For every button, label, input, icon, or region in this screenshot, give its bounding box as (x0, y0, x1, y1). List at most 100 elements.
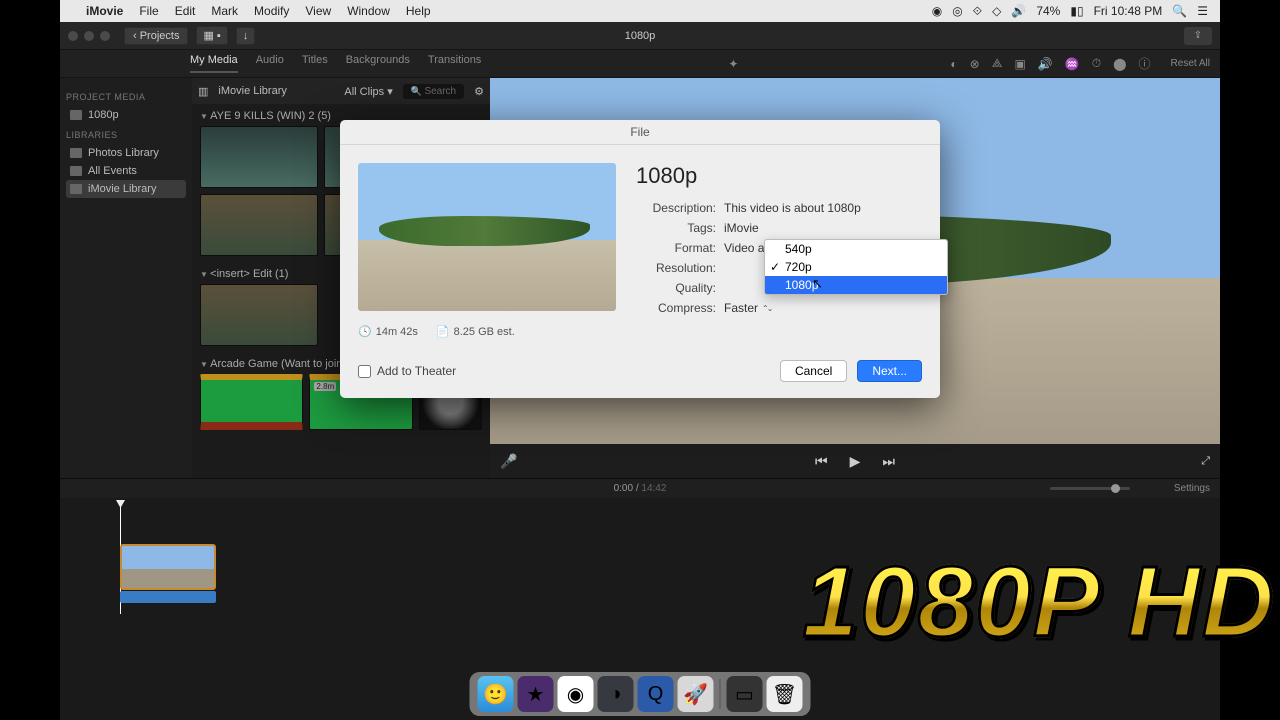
sidebar-label: Photos Library (88, 147, 159, 159)
dock-discord[interactable]: ◑ (598, 676, 634, 712)
reset-all-button[interactable]: Reset All (1171, 58, 1210, 69)
color-balance-icon[interactable]: ◐ (950, 57, 957, 71)
next-button[interactable]: ⏭ (882, 453, 895, 470)
filter-icon[interactable]: ⬤ (1113, 57, 1126, 71)
menu-window[interactable]: Window (347, 4, 390, 18)
all-clips-dropdown[interactable]: All Clips ▾ (344, 85, 392, 98)
playback-controls: 🎤 ⏮ ▶ ⏭ ⤢ (490, 444, 1220, 478)
format-label: Format: (636, 241, 716, 255)
menu-modify[interactable]: Modify (254, 4, 289, 18)
zoom-slider[interactable] (1050, 487, 1130, 490)
clapper-icon (70, 110, 82, 120)
dock-imovie[interactable]: ★ (518, 676, 554, 712)
clip-video[interactable] (120, 544, 216, 590)
dock-chrome[interactable]: ◉ (558, 676, 594, 712)
dock-launchpad[interactable]: 🚀 (678, 676, 714, 712)
wifi-icon[interactable]: ◇ (992, 4, 1001, 18)
dock-quicktime[interactable]: Q (638, 676, 674, 712)
tab-backgrounds[interactable]: Backgrounds (346, 54, 410, 73)
menu-icon[interactable]: ☰ (1197, 4, 1208, 18)
color-correct-icon[interactable]: ⊗ (970, 57, 980, 71)
sidebar-photos[interactable]: Photos Library (66, 144, 186, 162)
cancel-button[interactable]: Cancel (780, 360, 847, 382)
overlay-watermark: 1080P HD (802, 545, 1276, 660)
dropbox-icon[interactable]: ⟐ (973, 4, 982, 19)
fullscreen-icon[interactable]: ⤢ (1201, 455, 1210, 468)
voiceover-icon[interactable]: 🎤 (500, 453, 517, 470)
sidebar-all-events[interactable]: All Events (66, 162, 186, 180)
sidebar-header-project: PROJECT MEDIA (66, 92, 186, 102)
sidebar-imovie-library[interactable]: iMovie Library (66, 180, 186, 198)
sidebar-label: All Events (88, 165, 137, 177)
clip-thumb[interactable] (200, 126, 318, 188)
menu-file[interactable]: File (139, 4, 158, 18)
dock-finder[interactable]: 🙂 (478, 676, 514, 712)
battery-text: 74% (1036, 4, 1060, 18)
toolbar: ‹ Projects ▦ ▪ ↓ 1080p ⇪ (60, 22, 1220, 50)
dropdown-option-1080p[interactable]: 1080p (765, 276, 947, 294)
filmstrip-icon[interactable]: ▥ (198, 85, 208, 98)
menu-edit[interactable]: Edit (175, 4, 196, 18)
dropdown-option-540p[interactable]: 540p (765, 240, 947, 258)
projects-button[interactable]: ‹ Projects (124, 27, 188, 45)
tab-titles[interactable]: Titles (302, 54, 328, 73)
tab-audio[interactable]: Audio (256, 54, 284, 73)
compress-select[interactable]: Faster (724, 301, 771, 315)
crop-icon[interactable]: ⟁ (992, 56, 1003, 71)
screen-icon[interactable]: ◎ (952, 4, 962, 18)
menu-view[interactable]: View (305, 4, 331, 18)
clip-thumb[interactable] (200, 284, 318, 346)
theater-label: Add to Theater (377, 364, 456, 378)
sidebar-label: iMovie Library (88, 183, 156, 195)
tab-transitions[interactable]: Transitions (428, 54, 481, 73)
play-button[interactable]: ▶ (850, 453, 861, 470)
app-menu[interactable]: iMovie (86, 4, 123, 18)
info-icon[interactable]: ⓘ (1139, 55, 1151, 72)
stabilize-icon[interactable]: ▣ (1014, 57, 1025, 71)
flower-icon (70, 148, 82, 158)
import-button[interactable]: ↓ (236, 27, 256, 45)
sidebar-project[interactable]: 1080p (66, 106, 186, 124)
record-icon[interactable]: ◉ (932, 4, 942, 18)
dock-minimized[interactable]: ▭ (727, 676, 763, 712)
volume-icon[interactable]: 🔊 (1011, 4, 1026, 18)
clip-thumb[interactable] (200, 374, 303, 430)
spotlight-icon[interactable]: 🔍 (1172, 4, 1187, 18)
view-toggle[interactable]: ▦ ▪ (196, 26, 227, 45)
menu-mark[interactable]: Mark (211, 4, 238, 18)
menu-help[interactable]: Help (406, 4, 431, 18)
window-controls[interactable] (68, 31, 110, 41)
add-to-theater-checkbox[interactable]: Add to Theater (358, 364, 456, 378)
wand-icon[interactable]: ✦ (728, 57, 738, 71)
dropdown-option-720p[interactable]: 720p (765, 258, 947, 276)
prev-button[interactable]: ⏮ (815, 453, 828, 470)
resolution-dropdown[interactable]: 540p 720p 1080p (764, 239, 948, 295)
time-ruler: 0:00 / 14:42 Settings (60, 478, 1220, 498)
clip-thumb[interactable] (200, 194, 318, 256)
share-button[interactable]: ⇪ (1184, 27, 1212, 45)
search-input[interactable]: Search (403, 84, 464, 99)
timeline-clip[interactable] (120, 544, 216, 604)
tab-my-media[interactable]: My Media (190, 54, 238, 73)
dock-trash[interactable]: 🗑 (767, 676, 803, 712)
tags-label: Tags: (636, 221, 716, 235)
clock[interactable]: Fri 10:48 PM (1094, 4, 1163, 18)
quality-label: Quality: (636, 281, 716, 295)
battery-icon[interactable]: ▮▯ (1070, 4, 1083, 18)
dock: 🙂 ★ ◉ ◑ Q 🚀 ▭ 🗑 (470, 672, 811, 716)
resolution-label: Resolution: (636, 261, 716, 275)
volume-adj-icon[interactable]: 🔊 (1038, 57, 1053, 71)
speed-icon[interactable]: ⏱ (1092, 56, 1101, 71)
tags-field[interactable]: iMovie (724, 221, 759, 235)
next-button[interactable]: Next... (857, 360, 922, 382)
noise-icon[interactable]: ♒ (1065, 57, 1080, 71)
clip-audio[interactable] (120, 591, 216, 603)
tabs-bar: My Media Audio Titles Backgrounds Transi… (60, 50, 1220, 78)
calendar-icon (70, 166, 82, 176)
star-icon (70, 184, 82, 194)
timeline-settings[interactable]: Settings (1174, 483, 1210, 494)
gear-icon[interactable]: ⚙ (474, 85, 484, 98)
sidebar: PROJECT MEDIA 1080p LIBRARIES Photos Lib… (60, 78, 192, 478)
desc-field[interactable]: This video is about 1080p (724, 201, 861, 215)
theater-check[interactable] (358, 365, 371, 378)
